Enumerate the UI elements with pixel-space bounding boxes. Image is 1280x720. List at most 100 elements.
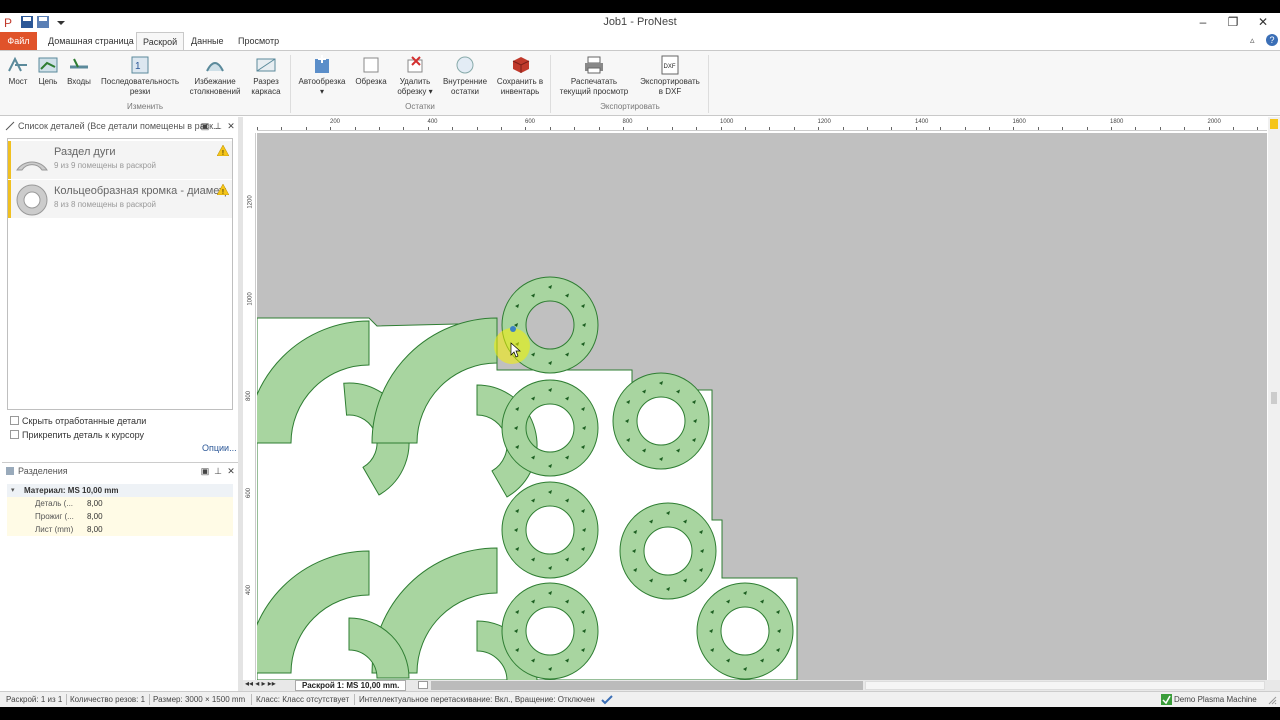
list-item[interactable]: Раздел дуги 9 из 9 помещены в раскрой ! bbox=[8, 141, 232, 179]
parts-panel-header: Список деталей (Все детали помещены в ра… bbox=[2, 118, 238, 134]
ruler-tick bbox=[1257, 127, 1259, 130]
export-dxf-label: Экспортировать в DXF bbox=[640, 77, 700, 96]
panel-close-icon[interactable]: ✕ bbox=[226, 118, 236, 134]
status-machine[interactable]: Demo Plasma Machine bbox=[1174, 692, 1257, 707]
horizontal-scrollbar-right[interactable] bbox=[865, 681, 1265, 690]
scroll-thumb[interactable] bbox=[1271, 392, 1277, 404]
minimize-button[interactable]: – bbox=[1188, 14, 1218, 30]
panel-pin-icon[interactable]: ⊥ bbox=[213, 118, 223, 134]
tab-home[interactable]: Домашная страница bbox=[42, 32, 140, 50]
table-row[interactable]: Прожиг (... 8,00 bbox=[7, 510, 233, 523]
nest-drawing[interactable] bbox=[257, 133, 1267, 680]
ruler-tick bbox=[574, 127, 576, 130]
material-row[interactable]: ▾ Материал: MS 10,00 mm bbox=[7, 484, 233, 497]
cut-sequence-button[interactable]: 1 Последовательность резки bbox=[100, 55, 180, 97]
collapse-icon[interactable]: ▾ bbox=[11, 484, 15, 497]
material-label: Материал: MS 10,00 mm bbox=[24, 486, 119, 495]
delete-crop-button[interactable]: Удалить обрезку ▾ bbox=[394, 55, 436, 97]
ruler-tick bbox=[647, 127, 649, 130]
ruler-tick bbox=[1208, 127, 1210, 130]
part-name: Кольцеобразная кромка - диаметр bbox=[54, 185, 226, 197]
pronest-app: P Job1 - ProNest – ❐ ✕ Файл Домашная стр… bbox=[0, 0, 1280, 720]
tab-data[interactable]: Данные bbox=[185, 32, 230, 50]
collision-avoidance-label: Избежание столкновений bbox=[189, 77, 241, 96]
table-row[interactable]: Деталь (... 8,00 bbox=[7, 497, 233, 510]
svg-text:1: 1 bbox=[135, 61, 141, 72]
hide-finished-parts-checkbox[interactable]: Скрыть отработанные детали bbox=[10, 416, 146, 426]
panel-pin-icon[interactable]: ⊥ bbox=[213, 463, 223, 479]
checkmark-icon[interactable] bbox=[601, 694, 613, 705]
ruler-tick bbox=[940, 127, 942, 130]
tab-view[interactable]: Просмотр bbox=[232, 32, 285, 50]
ruler-tick bbox=[964, 127, 966, 130]
ribbon-tabs: Файл Домашная страница Раскрой Данные Пр… bbox=[0, 32, 1280, 51]
prop-key: Деталь (... bbox=[35, 499, 74, 508]
horizontal-scrollbar[interactable] bbox=[431, 681, 863, 690]
ruler-tick-label: 2000 bbox=[1207, 119, 1221, 125]
leads-button[interactable]: Входы bbox=[64, 55, 94, 87]
group-separator bbox=[290, 55, 291, 113]
status-smart-drag[interactable]: Интеллектуальное перетаскивание: Вкл., В… bbox=[359, 692, 595, 707]
save-to-inventory-label: Сохранить в инвентарь bbox=[496, 77, 544, 96]
export-dxf-button[interactable]: DXF Экспортировать в DXF bbox=[638, 55, 702, 97]
ruler-tick bbox=[793, 127, 795, 130]
save-to-inventory-button[interactable]: Сохранить в инвентарь bbox=[494, 55, 546, 97]
close-button[interactable]: ✕ bbox=[1248, 14, 1278, 30]
inner-remnants-label: Внутренние остатки bbox=[442, 77, 488, 96]
ruler-tick bbox=[818, 127, 820, 130]
svg-text:!: ! bbox=[222, 150, 224, 156]
ruler-tick bbox=[915, 127, 917, 130]
sheet-tab[interactable]: Раскрой 1: MS 10,00 mm. bbox=[295, 680, 407, 691]
new-sheet-tab-icon[interactable] bbox=[418, 681, 428, 689]
tab-file[interactable]: Файл bbox=[0, 32, 37, 50]
ruler-tick-label: 800 bbox=[246, 390, 253, 402]
panel-float-icon[interactable]: ▣ bbox=[200, 118, 210, 134]
group-separator bbox=[550, 55, 551, 113]
horizontal-ruler: 200 400 600 800 1000 1200 1400 1600 1800 2000 bbox=[257, 117, 1267, 131]
ruler-tick bbox=[1013, 127, 1015, 130]
restore-button[interactable]: ❐ bbox=[1218, 14, 1248, 30]
prop-value[interactable]: 8,00 bbox=[87, 510, 103, 523]
panel-close-icon[interactable]: ✕ bbox=[226, 463, 236, 479]
chain-icon bbox=[38, 57, 58, 73]
panel-float-icon[interactable]: ▣ bbox=[200, 463, 210, 479]
nest-canvas[interactable] bbox=[257, 133, 1267, 680]
ruler-tick-label: 200 bbox=[330, 119, 341, 125]
auto-crop-button[interactable]: Автообрезка ▾ bbox=[296, 55, 348, 97]
prop-value[interactable]: 8,00 bbox=[87, 523, 103, 536]
table-row[interactable]: Лист (mm) 8,00 bbox=[7, 523, 233, 536]
options-link[interactable]: Опции... bbox=[202, 443, 237, 453]
status-separator bbox=[66, 694, 67, 705]
vertical-scrollbar[interactable] bbox=[1268, 117, 1280, 680]
corner-icon bbox=[1270, 119, 1278, 129]
warning-icon: ! bbox=[217, 184, 229, 195]
skeleton-cut-button[interactable]: Разрез каркаса bbox=[248, 55, 284, 97]
list-item[interactable]: Кольцеобразная кромка - диаметр 8 из 8 п… bbox=[8, 180, 232, 218]
inner-remnants-button[interactable]: Внутренние остатки bbox=[440, 55, 490, 97]
ruler-tick-label: 1000 bbox=[720, 119, 734, 125]
ruler-tick bbox=[745, 127, 746, 130]
part-name: Раздел дуги bbox=[54, 146, 116, 158]
ruler-tick bbox=[525, 127, 527, 130]
ruler-tick bbox=[501, 127, 502, 130]
collision-avoidance-button[interactable]: Избежание столкновений bbox=[186, 55, 244, 97]
tab-nest[interactable]: Раскрой bbox=[136, 32, 185, 51]
help-icon[interactable]: ? bbox=[1266, 34, 1278, 46]
ruler-tick bbox=[257, 127, 258, 130]
separations-panel-title: Разделения bbox=[18, 466, 68, 476]
ruler-tick-label: 1200 bbox=[817, 119, 831, 125]
bridge-button[interactable]: Мост bbox=[4, 55, 32, 87]
print-view-button[interactable]: Распечатать текущий просмотр bbox=[556, 55, 632, 97]
leads-icon bbox=[70, 58, 88, 69]
ribbon-collapse-icon[interactable]: ▵ bbox=[1250, 35, 1255, 46]
crop-button[interactable]: Обрезка bbox=[354, 55, 388, 87]
ruler-tick bbox=[549, 127, 551, 130]
ruler-tick-label: 600 bbox=[246, 487, 253, 499]
ruler-tick bbox=[452, 127, 454, 130]
attach-part-to-cursor-checkbox[interactable]: Прикрепить деталь к курсору bbox=[10, 430, 144, 440]
prop-value[interactable]: 8,00 bbox=[87, 497, 103, 510]
chain-button[interactable]: Цепь bbox=[34, 55, 62, 87]
tab-nav-arrows[interactable]: ◂◂ ◂ ▸ ▸▸ bbox=[245, 679, 276, 688]
status-separator bbox=[149, 694, 150, 705]
resize-grip-icon[interactable] bbox=[1266, 694, 1277, 705]
